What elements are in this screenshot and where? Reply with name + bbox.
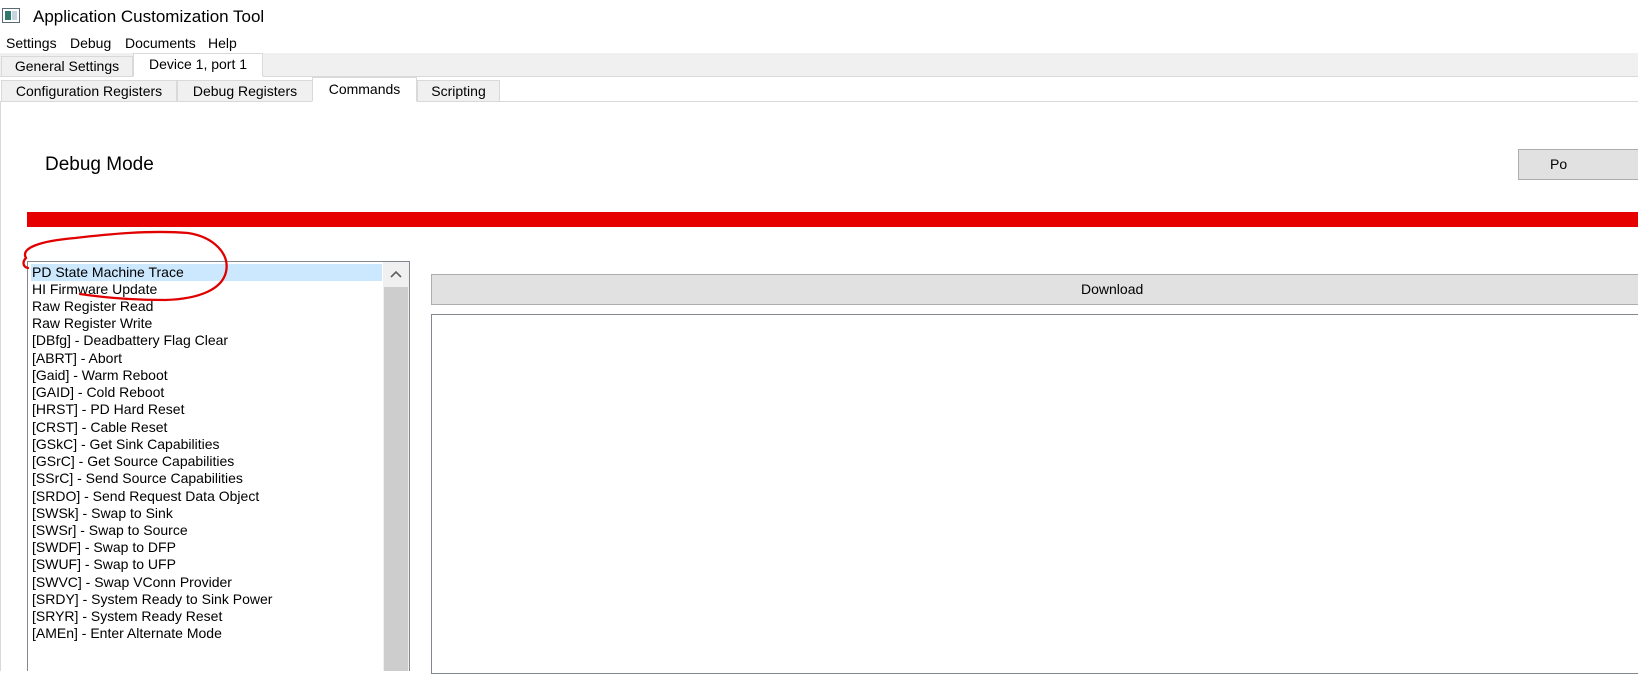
title-bar: Application Customization Tool [0, 0, 1638, 32]
list-item[interactable]: [DBfg] - Deadbattery Flag Clear [31, 332, 228, 349]
download-button-label: Download [1081, 281, 1144, 297]
menu-documents[interactable]: Documents [125, 35, 196, 51]
menu-settings[interactable]: Settings [6, 35, 57, 51]
list-item[interactable]: PD State Machine Trace [31, 264, 382, 281]
section-tab-strip: Configuration Registers Debug Registers … [0, 77, 1638, 102]
list-item[interactable]: [Gaid] - Warm Reboot [31, 367, 168, 384]
tab-scripting[interactable]: Scripting [417, 80, 500, 101]
list-item[interactable]: [SRYR] - System Ready Reset [31, 608, 222, 625]
list-item[interactable]: [SWVC] - Swap VConn Provider [31, 574, 232, 591]
list-item[interactable]: [SWDF] - Swap to DFP [31, 539, 176, 556]
tab-debug-registers[interactable]: Debug Registers [177, 80, 313, 101]
list-item[interactable]: [ABRT] - Abort [31, 350, 122, 367]
menu-help[interactable]: Help [208, 35, 237, 51]
window-title: Application Customization Tool [33, 7, 265, 26]
scroll-up-button[interactable] [383, 262, 409, 286]
menu-bar: Settings Debug Documents Help [0, 32, 1638, 53]
list-item[interactable]: [SRDO] - Send Request Data Object [31, 488, 259, 505]
device-tab-strip: General Settings Device 1, port 1 [0, 53, 1638, 77]
chevron-up-icon [390, 270, 402, 278]
tab-commands[interactable]: Commands [312, 77, 417, 102]
debug-status-bar [27, 212, 1638, 227]
list-item[interactable]: [GSrC] - Get Source Capabilities [31, 453, 234, 470]
scroll-thumb[interactable] [384, 287, 408, 671]
list-item[interactable]: [SWSk] - Swap to Sink [31, 505, 173, 522]
list-item[interactable]: HI Firmware Update [31, 281, 157, 298]
list-item[interactable]: Raw Register Read [31, 298, 153, 315]
list-item[interactable]: [GAID] - Cold Reboot [31, 384, 164, 401]
list-scrollbar[interactable] [383, 262, 409, 671]
list-item[interactable]: [SWSr] - Swap to Source [31, 522, 188, 539]
list-item[interactable]: [CRST] - Cable Reset [31, 419, 167, 436]
menu-debug[interactable]: Debug [70, 35, 111, 51]
tab-general-settings[interactable]: General Settings [1, 56, 133, 76]
list-item[interactable]: [GSkC] - Get Sink Capabilities [31, 436, 220, 453]
debug-mode-heading: Debug Mode [45, 154, 154, 175]
command-list[interactable]: PD State Machine Trace HI Firmware Updat… [27, 261, 410, 671]
tab-device-1-port-1[interactable]: Device 1, port 1 [133, 53, 263, 77]
list-item[interactable]: [SRDY] - System Ready to Sink Power [31, 591, 272, 608]
tab-configuration-registers[interactable]: Configuration Registers [1, 80, 177, 101]
download-button[interactable]: Download [431, 274, 1638, 305]
app-icon [2, 8, 20, 23]
list-item[interactable]: [SSrC] - Send Source Capabilities [31, 470, 243, 487]
power-button[interactable]: Po [1518, 149, 1638, 180]
list-item[interactable]: [SWUF] - Swap to UFP [31, 556, 176, 573]
list-item[interactable]: [HRST] - PD Hard Reset [31, 401, 184, 418]
list-item[interactable]: [AMEn] - Enter Alternate Mode [31, 625, 222, 642]
list-item[interactable]: Raw Register Write [31, 315, 152, 332]
output-area[interactable] [431, 314, 1638, 674]
panel-border [0, 101, 1, 671]
